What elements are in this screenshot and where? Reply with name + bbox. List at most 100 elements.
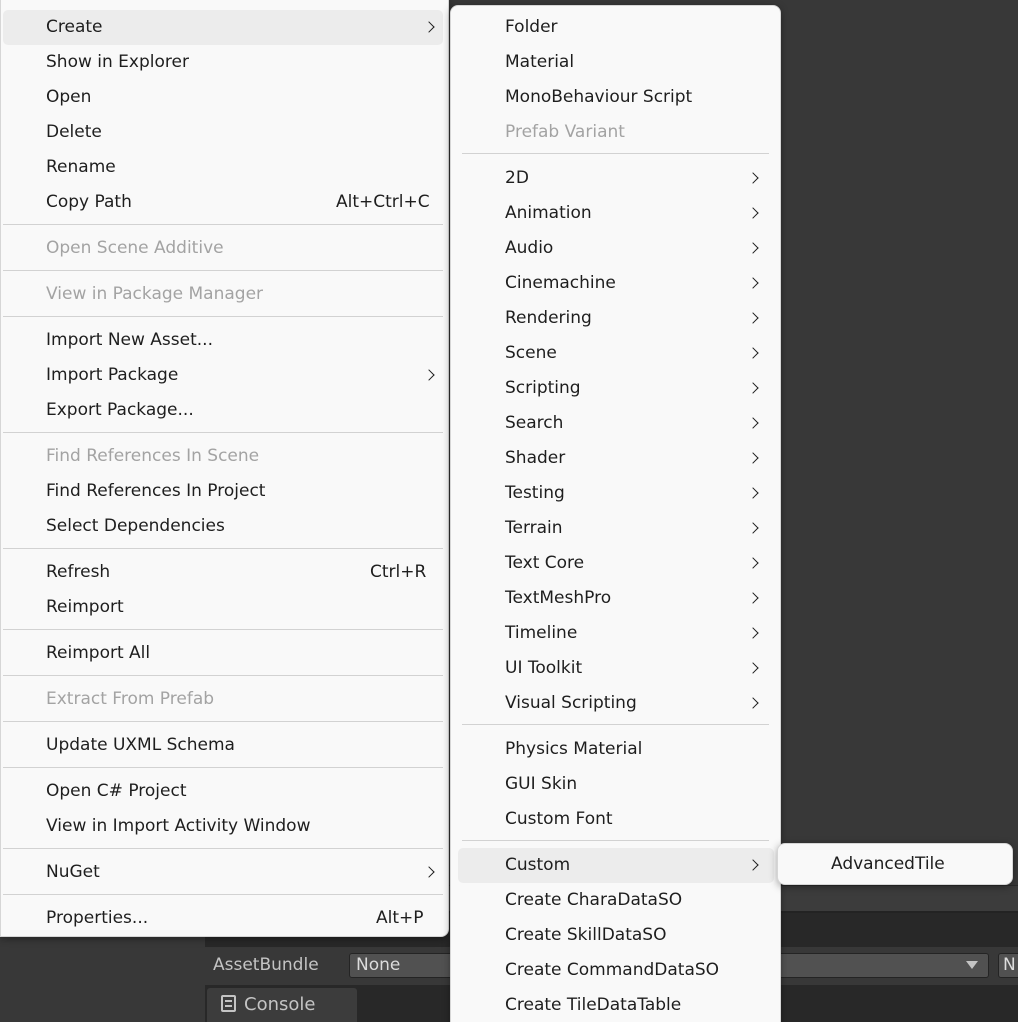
menu-item-label: View in Import Activity Window bbox=[46, 816, 311, 836]
menu-item-view-in-import-activity-window[interactable]: View in Import Activity Window bbox=[3, 809, 443, 844]
menu-item-2d[interactable]: 2D bbox=[458, 161, 768, 196]
menu-separator bbox=[3, 224, 443, 225]
menu-item-rename[interactable]: Rename bbox=[3, 150, 443, 185]
menu-item-physics-material[interactable]: Physics Material bbox=[458, 732, 768, 767]
menu-item-create-skilldataso[interactable]: Create SkillDataSO bbox=[458, 918, 768, 953]
menu-item-label: Audio bbox=[505, 238, 554, 258]
menu-item-find-references-in-project[interactable]: Find References In Project bbox=[3, 474, 443, 509]
menu-item-label: Material bbox=[505, 52, 575, 72]
assetbundle-dropdown-value: None bbox=[356, 955, 401, 975]
menu-item-custom-font[interactable]: Custom Font bbox=[458, 802, 768, 837]
menu-item-label: Update UXML Schema bbox=[46, 735, 235, 755]
menu-item-label: Create TileDataTable bbox=[505, 995, 682, 1015]
menu-item-select-dependencies[interactable]: Select Dependencies bbox=[3, 509, 443, 544]
menu-separator bbox=[462, 840, 769, 841]
menu-item-label: Scripting bbox=[505, 378, 581, 398]
menu-item-label: Create SkillDataSO bbox=[505, 925, 667, 945]
menu-item-update-uxml-schema[interactable]: Update UXML Schema bbox=[3, 728, 443, 763]
menu-item-label: View in Package Manager bbox=[46, 284, 264, 304]
menu-item-label: Create CommandDataSO bbox=[505, 960, 720, 980]
menu-item-shader[interactable]: Shader bbox=[458, 441, 768, 476]
menu-item-timeline[interactable]: Timeline bbox=[458, 616, 768, 651]
menu-item-label: Properties... bbox=[46, 908, 149, 928]
menu-item-audio[interactable]: Audio bbox=[458, 231, 768, 266]
menu-item-label: Folder bbox=[505, 17, 558, 37]
menu-item-material[interactable]: Material bbox=[458, 45, 768, 80]
menu-item-folder[interactable]: Folder bbox=[458, 10, 768, 45]
menu-item-advanced-tile[interactable]: AdvancedTile bbox=[782, 847, 1008, 882]
menu-item-label: Open Scene Additive bbox=[46, 238, 224, 258]
tab-console[interactable]: Console bbox=[207, 988, 357, 1022]
menu-item-import-new-asset[interactable]: Import New Asset... bbox=[3, 323, 443, 358]
dropdown-arrow-icon bbox=[966, 961, 978, 969]
menu-item-custom[interactable]: Custom bbox=[458, 848, 774, 883]
chevron-right-icon bbox=[747, 312, 759, 324]
menu-item-scene[interactable]: Scene bbox=[458, 336, 768, 371]
menu-item-label: Shader bbox=[505, 448, 566, 468]
menu-item-animation[interactable]: Animation bbox=[458, 196, 768, 231]
menu-item-reimport-all[interactable]: Reimport All bbox=[3, 636, 443, 671]
chevron-right-icon bbox=[747, 382, 759, 394]
create-submenu: Folder Material MonoBehaviour Script Pre… bbox=[450, 5, 781, 1022]
menu-item-label: Search bbox=[505, 413, 564, 433]
menu-item-properties[interactable]: Properties... Alt+P bbox=[3, 901, 443, 936]
menu-item-label: Custom Font bbox=[505, 809, 613, 829]
menu-item-textmeshpro[interactable]: TextMeshPro bbox=[458, 581, 768, 616]
chevron-right-icon bbox=[747, 859, 759, 871]
menu-item-rendering[interactable]: Rendering bbox=[458, 301, 768, 336]
menu-item-label: Reimport All bbox=[46, 643, 151, 663]
menu-item-label: Animation bbox=[505, 203, 592, 223]
menu-item-show-in-explorer[interactable]: Show in Explorer bbox=[3, 45, 443, 80]
menu-item-label: Open C# Project bbox=[46, 781, 187, 801]
menu-item-scripting[interactable]: Scripting bbox=[458, 371, 768, 406]
menu-item-copy-path[interactable]: Copy Path Alt+Ctrl+C bbox=[3, 185, 443, 220]
menu-item-label: Delete bbox=[46, 122, 102, 142]
menu-item-testing[interactable]: Testing bbox=[458, 476, 768, 511]
menu-item-create-tiledatatable[interactable]: Create TileDataTable bbox=[458, 988, 768, 1022]
menu-separator bbox=[3, 721, 443, 722]
menu-item-refresh[interactable]: Refresh Ctrl+R bbox=[3, 555, 443, 590]
context-menu: Create Show in Explorer Open Delete Rena… bbox=[0, 0, 449, 937]
menu-item-label: Copy Path bbox=[46, 192, 132, 212]
menu-item-terrain[interactable]: Terrain bbox=[458, 511, 768, 546]
menu-item-import-package[interactable]: Import Package bbox=[3, 358, 443, 393]
menu-item-create-charadataso[interactable]: Create CharaDataSO bbox=[458, 883, 768, 918]
menu-item-open[interactable]: Open bbox=[3, 80, 443, 115]
chevron-right-icon bbox=[747, 417, 759, 429]
menu-item-label: Physics Material bbox=[505, 739, 643, 759]
menu-item-text-core[interactable]: Text Core bbox=[458, 546, 768, 581]
menu-item-label: Text Core bbox=[505, 553, 585, 573]
menu-separator bbox=[462, 724, 769, 725]
menu-separator bbox=[3, 848, 443, 849]
chevron-right-icon bbox=[747, 242, 759, 254]
menu-item-export-package[interactable]: Export Package... bbox=[3, 393, 443, 428]
menu-item-create-commanddataso[interactable]: Create CommandDataSO bbox=[458, 953, 768, 988]
menu-item-ui-toolkit[interactable]: UI Toolkit bbox=[458, 651, 768, 686]
custom-submenu: AdvancedTile bbox=[777, 843, 1013, 885]
chevron-right-icon bbox=[747, 347, 759, 359]
menu-item-create[interactable]: Create bbox=[3, 10, 443, 45]
chevron-right-icon bbox=[423, 369, 435, 381]
menu-item-shortcut: Alt+Ctrl+C bbox=[336, 192, 430, 212]
chevron-right-icon bbox=[747, 697, 759, 709]
menu-item-shortcut: Alt+P bbox=[376, 908, 424, 928]
menu-item-shortcut: Ctrl+R bbox=[370, 562, 427, 582]
menu-item-search[interactable]: Search bbox=[458, 406, 768, 441]
menu-item-gui-skin[interactable]: GUI Skin bbox=[458, 767, 768, 802]
menu-separator bbox=[3, 629, 443, 630]
menu-item-monobehaviour-script[interactable]: MonoBehaviour Script bbox=[458, 80, 768, 115]
chevron-right-icon bbox=[747, 522, 759, 534]
menu-item-cinemachine[interactable]: Cinemachine bbox=[458, 266, 768, 301]
menu-item-nuget[interactable]: NuGet bbox=[3, 855, 443, 890]
menu-item-reimport[interactable]: Reimport bbox=[3, 590, 443, 625]
menu-item-delete[interactable]: Delete bbox=[3, 115, 443, 150]
menu-item-visual-scripting[interactable]: Visual Scripting bbox=[458, 686, 768, 721]
chevron-right-icon bbox=[747, 172, 759, 184]
assetbundle-variant-dropdown[interactable]: N bbox=[998, 953, 1018, 978]
menu-item-label: Create CharaDataSO bbox=[505, 890, 683, 910]
menu-item-label: AdvancedTile bbox=[831, 854, 945, 874]
menu-item-label: UI Toolkit bbox=[505, 658, 583, 678]
menu-item-open-csharp-project[interactable]: Open C# Project bbox=[3, 774, 443, 809]
chevron-right-icon bbox=[747, 452, 759, 464]
console-icon bbox=[221, 994, 236, 1012]
